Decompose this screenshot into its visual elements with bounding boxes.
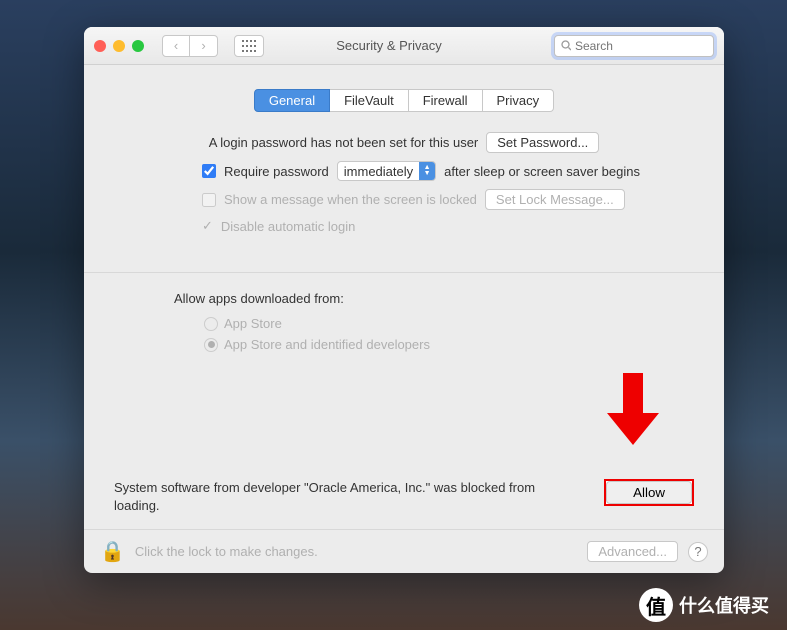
lock-message: Click the lock to make changes. [135, 544, 577, 559]
tab-general[interactable]: General [254, 89, 330, 112]
search-input[interactable] [575, 39, 707, 53]
blocked-software-row: System software from developer "Oracle A… [114, 479, 694, 515]
tab-filevault[interactable]: FileVault [330, 89, 409, 112]
show-message-checkbox [202, 193, 216, 207]
allow-from-label: Allow apps downloaded from: [174, 291, 694, 306]
close-icon[interactable] [94, 40, 106, 52]
check-icon: ✓ [202, 218, 213, 234]
search-field[interactable] [554, 35, 714, 57]
require-password-delay-select[interactable]: immediately ▲▼ [337, 161, 436, 181]
disable-autologin-row: ✓ Disable automatic login [202, 218, 694, 234]
traffic-lights [94, 40, 144, 52]
radio-identified-row: App Store and identified developers [204, 337, 694, 352]
lock-icon[interactable]: 🔒 [100, 539, 125, 564]
divider [84, 272, 724, 273]
nav-buttons: ‹ › [162, 35, 218, 57]
allow-button-highlight: Allow [604, 479, 694, 506]
content-area: A login password has not been set for th… [84, 112, 724, 529]
help-button[interactable]: ? [688, 542, 708, 562]
chevron-up-down-icon: ▲▼ [419, 162, 435, 180]
require-password-checkbox[interactable] [202, 164, 216, 178]
delay-value: immediately [338, 164, 419, 179]
footer: 🔒 Click the lock to make changes. Advanc… [84, 529, 724, 573]
forward-button[interactable]: › [190, 35, 218, 57]
annotation-arrow-icon [607, 373, 659, 451]
show-message-row: Show a message when the screen is locked… [202, 189, 694, 210]
search-icon [561, 40, 571, 51]
password-row: A login password has not been set for th… [114, 132, 694, 153]
window-title: Security & Privacy [232, 38, 546, 53]
watermark-text: 什么值得买 [679, 592, 769, 618]
set-lock-message-button: Set Lock Message... [485, 189, 625, 210]
show-message-label: Show a message when the screen is locked [224, 192, 477, 207]
tab-firewall[interactable]: Firewall [409, 89, 483, 112]
watermark-badge: 值 [639, 588, 673, 622]
minimize-icon[interactable] [113, 40, 125, 52]
require-password-row: Require password immediately ▲▼ after sl… [202, 161, 694, 181]
blocked-software-message: System software from developer "Oracle A… [114, 479, 584, 515]
allow-button[interactable]: Allow [606, 481, 692, 504]
advanced-button[interactable]: Advanced... [587, 541, 678, 562]
radio-identified [204, 338, 218, 352]
set-password-button[interactable]: Set Password... [486, 132, 599, 153]
tab-bar: General FileVault Firewall Privacy [84, 89, 724, 112]
maximize-icon[interactable] [132, 40, 144, 52]
watermark: 值 什么值得买 [639, 588, 769, 622]
radio-appstore [204, 317, 218, 331]
radio-appstore-label: App Store [224, 316, 282, 331]
require-password-post: after sleep or screen saver begins [444, 164, 640, 179]
radio-identified-label: App Store and identified developers [224, 337, 430, 352]
titlebar: ‹ › Security & Privacy [84, 27, 724, 65]
tab-privacy[interactable]: Privacy [483, 89, 555, 112]
radio-appstore-row: App Store [204, 316, 694, 331]
disable-autologin-label: Disable automatic login [221, 219, 355, 234]
back-button[interactable]: ‹ [162, 35, 190, 57]
preferences-window: ‹ › Security & Privacy General FileVault… [84, 27, 724, 573]
no-password-label: A login password has not been set for th… [209, 135, 479, 150]
require-password-pre: Require password [224, 164, 329, 179]
